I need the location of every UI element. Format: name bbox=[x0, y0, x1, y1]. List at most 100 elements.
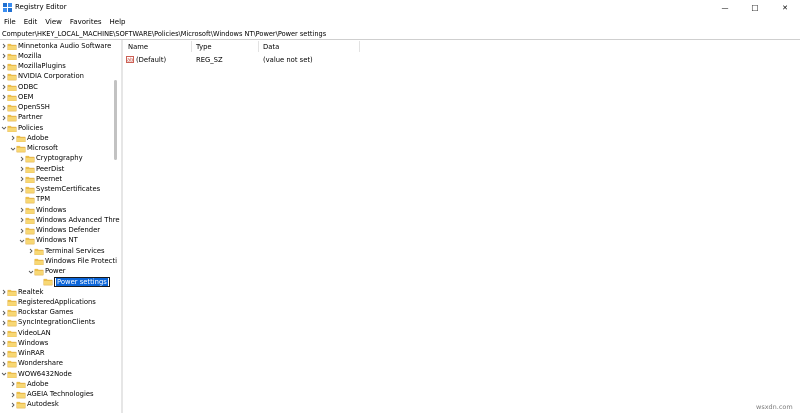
menu-view[interactable]: View bbox=[41, 16, 66, 28]
folder-icon bbox=[25, 217, 35, 225]
tree-node-label: VideoLAN bbox=[18, 328, 51, 337]
menu-bar: File Edit View Favorites Help bbox=[0, 16, 800, 28]
column-header-type[interactable]: Type bbox=[196, 43, 212, 51]
folder-icon bbox=[7, 125, 17, 132]
tree-node-label: Realtek bbox=[18, 287, 44, 296]
tree-node[interactable]: Adobe bbox=[0, 379, 120, 389]
tree-node[interactable]: NVIDIA Corporation bbox=[0, 72, 120, 82]
tree-node[interactable]: Windows bbox=[0, 338, 120, 348]
tree-node[interactable]: Rockstar Games bbox=[0, 308, 120, 318]
maximize-icon: ☐ bbox=[751, 3, 759, 13]
values-list[interactable]: Name Type Data ab (Default) REG_SZ (valu… bbox=[123, 40, 800, 413]
tree-node[interactable]: OEM bbox=[0, 92, 120, 102]
tree-node-label: Cryptography bbox=[36, 154, 83, 163]
tree-node-label: RegisteredApplications bbox=[18, 297, 96, 306]
tree-node-label: Minnetonka Audio Software bbox=[18, 41, 112, 50]
column-divider[interactable] bbox=[359, 41, 360, 52]
tree-node[interactable]: Windows File Protecti bbox=[0, 256, 120, 266]
tree-node[interactable]: Cryptography bbox=[0, 154, 120, 164]
rename-key-input[interactable]: Power settings bbox=[54, 276, 110, 287]
tree-node[interactable]: Windows Defender bbox=[0, 226, 120, 236]
close-button[interactable]: ✕ bbox=[770, 0, 800, 16]
value-name-cell[interactable]: (Default) bbox=[136, 56, 166, 64]
tree-node-label: Adobe bbox=[27, 379, 49, 388]
folder-icon bbox=[7, 361, 17, 368]
tree-node[interactable]: WOW6432Node bbox=[0, 369, 120, 379]
tree-node[interactable]: Peernet bbox=[0, 174, 120, 184]
tree-node[interactable]: Minnetonka Audio Software bbox=[0, 41, 120, 51]
tree-node[interactable]: SystemCertificates bbox=[0, 185, 120, 195]
tree-node-label: Power bbox=[45, 267, 66, 275]
tree-node[interactable]: Microsoft bbox=[0, 144, 120, 154]
tree-node[interactable]: ODBC bbox=[0, 82, 120, 92]
tree-node[interactable]: RegisteredApplications bbox=[0, 297, 120, 307]
folder-icon bbox=[16, 135, 26, 143]
window-title: Registry Editor bbox=[15, 3, 67, 11]
tree-node-label: PeerDist bbox=[36, 164, 65, 173]
tree-node[interactable]: Windows bbox=[0, 205, 120, 215]
tree-node-label: Wondershare bbox=[18, 359, 63, 368]
minimize-button[interactable]: — bbox=[710, 0, 740, 16]
folder-icon bbox=[7, 289, 17, 296]
tree-node[interactable]: PeerDist bbox=[0, 164, 120, 174]
folder-icon bbox=[25, 156, 35, 163]
folder-icon bbox=[7, 63, 17, 71]
folder-icon bbox=[7, 371, 17, 378]
tree-node[interactable]: MozillaPlugins bbox=[0, 62, 120, 72]
tree-node[interactable]: Terminal Services bbox=[0, 246, 120, 256]
string-value-icon: ab bbox=[126, 56, 134, 63]
address-bar[interactable]: Computer\HKEY_LOCAL_MACHINE\SOFTWARE\Pol… bbox=[0, 29, 800, 40]
folder-icon bbox=[25, 197, 35, 204]
watermark: wsxdn.com bbox=[756, 403, 793, 411]
tree-node[interactable]: Autodesk bbox=[0, 400, 120, 410]
tree-scrollbar-thumb[interactable] bbox=[114, 80, 117, 160]
address-path[interactable]: Computer\HKEY_LOCAL_MACHINE\SOFTWARE\Pol… bbox=[2, 30, 326, 38]
menu-help[interactable]: Help bbox=[106, 16, 130, 28]
tree-node-label: Windows Defender bbox=[36, 226, 101, 234]
menu-file[interactable]: File bbox=[0, 16, 20, 28]
tree-node[interactable]: Policies bbox=[0, 123, 120, 133]
folder-icon bbox=[25, 207, 35, 214]
tree-node[interactable]: OpenSSH bbox=[0, 103, 120, 113]
column-divider[interactable] bbox=[191, 41, 192, 52]
tree-node-label: Partner bbox=[18, 113, 43, 122]
tree-node[interactable]: Wondershare bbox=[0, 359, 120, 369]
key-tree[interactable]: Minnetonka Audio Software Mozilla MozillaP… bbox=[0, 40, 120, 413]
folder-icon bbox=[7, 115, 17, 122]
column-header-data[interactable]: Data bbox=[263, 43, 279, 51]
tree-node[interactable]: Adobe bbox=[0, 133, 120, 143]
maximize-button[interactable]: ☐ bbox=[740, 0, 770, 16]
tree-node[interactable]: Power bbox=[0, 267, 120, 277]
tree-node[interactable]: VideoLAN bbox=[0, 328, 120, 338]
folder-icon bbox=[16, 391, 26, 399]
column-divider[interactable] bbox=[258, 41, 259, 52]
tree-node[interactable]: Realtek bbox=[0, 287, 120, 297]
tree-node[interactable]: Partner bbox=[0, 113, 120, 123]
folder-icon bbox=[7, 340, 17, 348]
tree-node-label: Mozilla bbox=[18, 51, 42, 60]
tree-node[interactable]: Windows NT bbox=[0, 236, 120, 246]
tree-node[interactable]: Windows Advanced Thre bbox=[0, 215, 120, 225]
folder-icon bbox=[7, 74, 17, 81]
tree-node[interactable]: Mozilla bbox=[0, 51, 120, 61]
tree-node-label: Microsoft bbox=[27, 144, 58, 152]
menu-favorites[interactable]: Favorites bbox=[66, 16, 106, 28]
tree-node[interactable]: TPM bbox=[0, 195, 120, 205]
minimize-icon: — bbox=[721, 4, 729, 12]
title-bar: Registry Editor — ☐ ✕ bbox=[0, 0, 800, 16]
tree-scrollbar[interactable] bbox=[113, 40, 119, 413]
value-data-cell: (value not set) bbox=[263, 56, 313, 64]
tree-node[interactable]: SyncIntegrationClients bbox=[0, 318, 120, 328]
folder-icon bbox=[34, 258, 44, 266]
menu-edit[interactable]: Edit bbox=[20, 16, 42, 28]
folder-icon bbox=[25, 166, 35, 173]
tree-node-label: Terminal Services bbox=[45, 246, 105, 255]
tree-node[interactable]: WinRAR bbox=[0, 349, 120, 359]
tree-node-label: Windows bbox=[36, 205, 67, 214]
tree-node[interactable]: AGEIA Technologies bbox=[0, 390, 120, 400]
tree-node-label: Windows NT bbox=[36, 236, 78, 245]
folder-icon bbox=[7, 320, 17, 327]
tree-node-label: SyncIntegrationClients bbox=[18, 318, 96, 327]
column-header-name[interactable]: Name bbox=[128, 43, 148, 51]
tree-node[interactable]: Power settings bbox=[0, 276, 120, 287]
